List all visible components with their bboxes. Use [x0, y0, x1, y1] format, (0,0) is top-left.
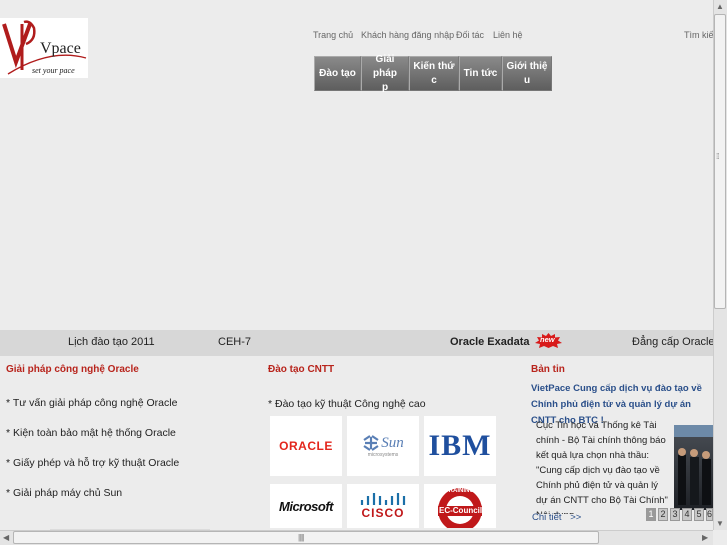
scroll-up-arrow-icon[interactable]: ▲	[716, 2, 724, 11]
solutions-title: Giải pháp công nghệ Oracle	[6, 364, 139, 375]
ibm-logo-icon[interactable]: IBM	[424, 416, 496, 476]
news-photo	[674, 425, 713, 510]
cisco-bars-icon	[360, 493, 406, 505]
ticker-clip: Đẳng cấp Oracle	[632, 330, 713, 356]
vertical-scroll-thumb[interactable]	[714, 14, 726, 309]
solution-item[interactable]: * Giải pháp máy chủ Sun	[6, 487, 122, 499]
news-page-5[interactable]: 5	[694, 508, 704, 521]
menu-solutions-label: Giải pháp	[373, 53, 397, 79]
scroll-down-arrow-icon[interactable]: ▼	[716, 519, 724, 528]
horizontal-grip-icon: |||||	[298, 533, 304, 542]
ec-council-ring-text: TRAINING	[445, 488, 474, 494]
ticker-item-ceh7[interactable]: CEH-7	[218, 336, 251, 348]
training-item[interactable]: * Đào tạo kỹ thuật Công nghệ cao	[268, 398, 426, 410]
nav-link-search[interactable]: Tìm kiếm	[684, 30, 713, 40]
nav-link-customer-login[interactable]: Khách hàng đăng nhập	[361, 30, 454, 40]
vertical-grip-icon: ⁞⁞	[716, 152, 720, 161]
new-badge-icon: new	[535, 333, 562, 348]
cisco-logo-text: CISCO	[361, 506, 405, 520]
menu-training-label: Đào tạo	[319, 67, 356, 79]
microsoft-logo-icon[interactable]: Microsoft	[270, 484, 342, 528]
sun-logo-text: Sun	[381, 434, 404, 451]
site-logo[interactable]: Vpace set your pace	[0, 18, 88, 78]
sun-mark-icon	[363, 435, 379, 451]
news-page-2[interactable]: 2	[658, 508, 668, 521]
menu-news[interactable]: Tin tức	[459, 56, 502, 91]
ec-council-logo-text: EC-Council	[439, 506, 483, 515]
scroll-right-arrow-icon[interactable]: ▶	[702, 533, 708, 542]
news-body: Cục Tin học và Thống kê Tài chính - Bộ T…	[536, 420, 668, 514]
logo-wordmark: Vpace	[40, 40, 81, 57]
nav-link-partners[interactable]: Đối tác	[456, 30, 484, 40]
microsoft-logo-text: Microsoft	[279, 498, 334, 514]
training-title: Đào tạo CNTT	[268, 364, 335, 375]
oracle-logo-text: ORACLE	[279, 439, 333, 453]
news-page-3[interactable]: 3	[670, 508, 680, 521]
news-more-link[interactable]: Chi tiết >>	[532, 512, 581, 523]
menu-about-label-wrap: u	[523, 74, 531, 86]
search-link-clip: Tìm kiếm	[684, 24, 713, 44]
news-more-label: Chi tiết	[532, 512, 562, 523]
menu-training[interactable]: Đào tạo	[314, 56, 361, 91]
sun-logo-subtext: microsystems	[367, 452, 399, 458]
menu-news-label: Tin tức	[463, 67, 498, 79]
ticker-item-oracle-class[interactable]: Đẳng cấp Oracle	[632, 336, 713, 348]
news-page-6[interactable]: 6	[706, 508, 713, 521]
news-title: Bản tin	[531, 364, 565, 375]
ibm-logo-text: IBM	[428, 429, 492, 463]
news-page-1[interactable]: 1	[646, 508, 656, 521]
menu-about[interactable]: Giới thiệ u	[502, 56, 552, 91]
main-menu: Đào tạo Giải pháp p Kiến thứ c Tin tức G…	[314, 53, 552, 93]
oracle-logo-icon[interactable]: ORACLE	[270, 416, 342, 476]
menu-knowledge-label: Kiến thứ	[413, 60, 455, 72]
menu-about-label: Giới thiệ	[506, 60, 548, 72]
solution-item[interactable]: * Tư vấn giải pháp công nghệ Oracle	[6, 397, 177, 409]
cisco-logo-icon[interactable]: CISCO	[347, 484, 419, 528]
scroll-left-arrow-icon[interactable]: ◀	[3, 533, 9, 542]
horizontal-scroll-thumb[interactable]	[13, 531, 599, 544]
solution-item[interactable]: * Giấy phép và hỗ trợ kỹ thuật Oracle	[6, 457, 179, 469]
new-badge-text: new	[540, 335, 555, 344]
solution-item[interactable]: * Kiện toàn bảo mật hệ thống Oracle	[6, 427, 176, 439]
news-page-4[interactable]: 4	[682, 508, 692, 521]
nav-link-home[interactable]: Trang chủ	[313, 30, 353, 40]
logo-tagline: set your pace	[32, 66, 75, 75]
nav-link-contact[interactable]: Liên hệ	[493, 30, 523, 40]
ec-council-logo-icon[interactable]: TRAINING EC-Council	[424, 484, 496, 528]
ticker-item-exadata[interactable]: Oracle Exadata	[450, 336, 530, 348]
menu-knowledge-label-wrap: c	[431, 74, 437, 86]
sun-logo-icon[interactable]: Sun microsystems	[347, 416, 419, 476]
menu-knowledge[interactable]: Kiến thứ c	[409, 56, 459, 91]
ticker-item-schedule[interactable]: Lịch đào tạo 2011	[68, 336, 155, 348]
news-more-arrow: >>	[570, 512, 582, 523]
menu-solutions[interactable]: Giải pháp p	[361, 53, 409, 93]
menu-solutions-label-wrap: p	[381, 81, 389, 93]
